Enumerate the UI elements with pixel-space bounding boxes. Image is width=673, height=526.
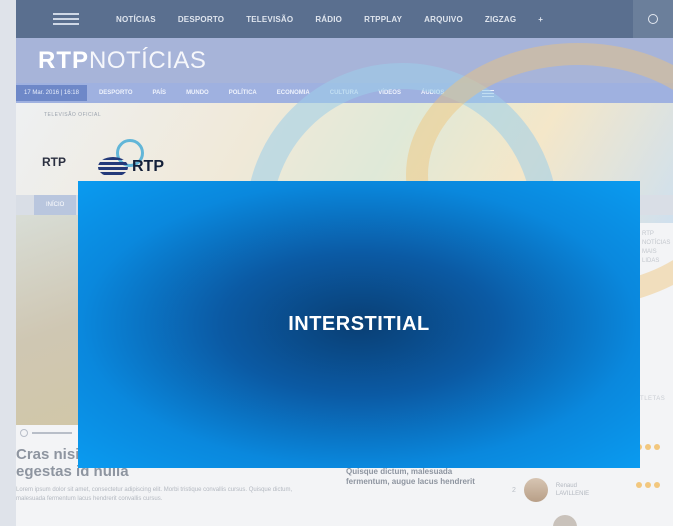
- section-item-economia[interactable]: ECONOMIA: [277, 90, 310, 96]
- side-label: ATLETAS: [636, 396, 666, 402]
- slider-control[interactable]: [20, 426, 80, 440]
- rtp-stripes-icon: [98, 157, 128, 177]
- sponsor-label: TELEVISÃO OFICIAL: [44, 112, 102, 118]
- section-item-mundo[interactable]: MUNDO: [186, 90, 209, 96]
- right-column-text: RTP NOTÍCIAS MAIS LIDAS: [642, 231, 671, 264]
- avatar: [523, 478, 548, 502]
- nav-item-arquivo[interactable]: ARQUIVO: [424, 15, 463, 24]
- interstitial-ad[interactable]: INTERSTITIAL: [78, 181, 640, 468]
- avatar: [553, 515, 577, 526]
- rating-dots: [636, 482, 660, 488]
- date-stamp: 17 Mar. 2016 | 16:18: [16, 85, 87, 101]
- nav-item-televisao[interactable]: TELEVISÃO: [246, 15, 293, 24]
- rtp-main-logo: RTP: [98, 157, 164, 177]
- athlete-name: Renaud LAVILLENIE: [555, 483, 590, 497]
- nav-item-radio[interactable]: RÁDIO: [315, 15, 342, 24]
- search-icon: [648, 14, 658, 24]
- section-item-pais[interactable]: PAÍS: [153, 90, 167, 96]
- article-image[interactable]: [16, 215, 80, 425]
- section-item-desporto[interactable]: DESPORTO: [99, 90, 133, 96]
- radio-icon: [20, 429, 28, 437]
- nav-item-zigzag[interactable]: ZIGZAG: [485, 15, 516, 24]
- search-button[interactable]: [633, 0, 673, 38]
- secondary-headline[interactable]: Quisque dictum, malesuada fermentum, aug…: [346, 467, 496, 487]
- nav-item-noticias[interactable]: NOTÍCIAS: [116, 15, 156, 24]
- top-navigation: NOTÍCIAS DESPORTO TELEVISÃO RÁDIO RTPPLA…: [16, 0, 673, 38]
- tab-inicio[interactable]: INÍCIO: [34, 195, 77, 215]
- rtp-small-logo: RTP: [42, 155, 66, 169]
- article-summary: Lorem ipsum dolor sit amet, consectetur …: [16, 487, 293, 502]
- nav-item-desporto[interactable]: DESPORTO: [178, 15, 224, 24]
- nav-item-more[interactable]: +: [538, 15, 543, 24]
- nav-item-rtpplay[interactable]: RTPPLAY: [364, 15, 402, 24]
- menu-icon[interactable]: [16, 0, 116, 38]
- section-item-politica[interactable]: POLÍTICA: [229, 90, 257, 96]
- interstitial-label: INTERSTITIAL: [288, 313, 430, 335]
- rank-number: 2: [512, 486, 516, 494]
- rtp-noticias-logo[interactable]: RTPNOTÍCIAS: [38, 47, 206, 75]
- ranking-row[interactable]: 2 Renaud LAVILLENIE: [512, 478, 606, 502]
